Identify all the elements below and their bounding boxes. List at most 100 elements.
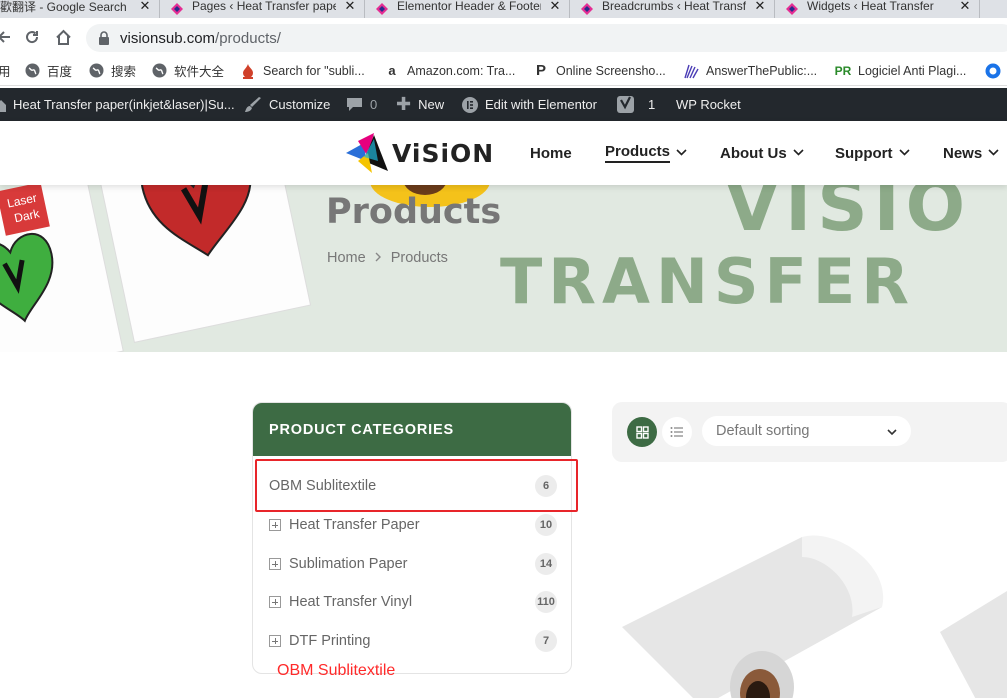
admin-customize-label: Customize	[269, 97, 331, 112]
logo-wordmark: ViSiON	[392, 138, 495, 168]
bookmark-label: Search for "subli...	[263, 63, 365, 78]
nav-products[interactable]: Products	[605, 121, 687, 185]
bookmark-item[interactable]: 百度	[24, 55, 73, 85]
chevron-down-icon	[676, 148, 687, 159]
category-item[interactable]: Sublimation Paper 14	[269, 549, 557, 579]
hero-decoration: Laser Dark	[0, 185, 312, 352]
expand-plus-icon[interactable]	[269, 596, 281, 608]
category-count: 110	[535, 591, 557, 613]
admin-new-label: New	[418, 97, 445, 112]
tab-close-icon[interactable]: ✕	[137, 0, 153, 14]
bookmark-item[interactable]: P Online Screensho...	[533, 55, 666, 85]
expand-plus-icon[interactable]	[269, 635, 281, 647]
back-arrow-icon[interactable]	[0, 25, 16, 49]
page-hero: VISIO TRANSFER Laser Dark Products Home …	[0, 185, 1007, 352]
nav-label: News	[943, 144, 983, 162]
category-item[interactable]: DTF Printing 7	[269, 626, 557, 656]
admin-elementor[interactable]: Edit with Elementor	[462, 88, 597, 121]
admin-wp-rocket[interactable]: WP Rocket	[676, 88, 741, 121]
category-item[interactable]: Heat Transfer Paper 10	[269, 510, 557, 540]
bookmark-item[interactable]: 搜索	[88, 55, 136, 85]
browser-tab[interactable]: 歡翻译 - Google Search ✕	[0, 0, 160, 18]
bookmark-label: 百度	[47, 65, 73, 79]
chevron-right-icon	[375, 252, 382, 265]
bookmark-item[interactable]: PR Logiciel Anti Plagi...	[835, 55, 967, 85]
address-bar[interactable]: visionsub.com/products/	[86, 24, 1007, 52]
admin-new[interactable]: ✚ New	[396, 88, 444, 121]
tab-close-icon[interactable]: ✕	[342, 0, 358, 14]
wp-admin-bar: Heat Transfer paper(inkjet&laser)|Su... …	[0, 88, 1007, 121]
globe-icon	[88, 63, 104, 79]
tab-close-icon[interactable]: ✕	[752, 0, 768, 14]
url-text: visionsub.com/products/	[120, 30, 281, 47]
url-host: visionsub.com	[120, 29, 216, 47]
bookmark-label: Amazon.com: Tra...	[407, 63, 516, 78]
bookmark-item[interactable]: 用	[0, 55, 11, 85]
bookmark-item[interactable]	[985, 55, 1007, 85]
breadcrumb: Home Products	[327, 250, 448, 266]
bookmark-item[interactable]: a Amazon.com: Tra...	[384, 55, 516, 85]
elementor-icon	[171, 3, 183, 15]
url-path: /products/	[215, 29, 281, 47]
nav-news[interactable]: News	[943, 121, 999, 185]
sort-select[interactable]: Default sorting	[702, 416, 911, 446]
category-count: 14	[535, 553, 557, 575]
bookmark-label: 用	[0, 61, 11, 80]
category-count: 10	[535, 514, 557, 536]
nav-about-us[interactable]: About Us	[720, 121, 804, 185]
browser-tab[interactable]: Pages ‹ Heat Transfer paper ✕	[160, 0, 365, 18]
widget-title: PRODUCT CATEGORIES	[253, 403, 571, 456]
expand-plus-icon[interactable]	[269, 558, 281, 570]
elementor-icon	[376, 3, 388, 15]
elementor-icon	[462, 96, 478, 113]
category-name: Sublimation Paper	[289, 556, 408, 572]
product-image[interactable]	[930, 497, 1007, 698]
tab-close-icon[interactable]: ✕	[957, 0, 973, 14]
tab-title: Widgets ‹ Heat Transfer	[807, 0, 934, 13]
nav-label: About Us	[720, 144, 787, 162]
nav-home[interactable]: Home	[530, 121, 572, 185]
bookmark-item[interactable]: 软件大全	[151, 55, 224, 85]
bookmark-label: Online Screensho...	[556, 63, 666, 78]
nav-label: Support	[835, 144, 893, 162]
admin-site-name[interactable]: Heat Transfer paper(inkjet&laser)|Su...	[0, 88, 235, 121]
expand-plus-icon[interactable]	[269, 519, 281, 531]
browser-tab-strip: 歡翻译 - Google Search ✕ Pages ‹ Heat Trans…	[0, 0, 1007, 18]
annotation-label: OBM Sublitextile	[277, 662, 396, 679]
amazon-icon: a	[388, 63, 396, 78]
nav-label: Products	[605, 143, 671, 163]
tab-title: Elementor Header & Footer	[397, 0, 541, 13]
grid-view-button[interactable]	[627, 417, 657, 447]
admin-customize[interactable]: Customize	[244, 88, 330, 121]
home-icon[interactable]	[51, 25, 75, 49]
breadcrumb-home[interactable]: Home	[327, 250, 366, 266]
chevron-down-icon	[988, 148, 999, 159]
atp-icon	[683, 63, 699, 79]
reload-icon[interactable]	[20, 25, 44, 49]
site-logo[interactable]: ViSiON	[344, 131, 494, 175]
category-item[interactable]: Heat Transfer Vinyl 110	[269, 587, 557, 617]
list-icon	[670, 427, 683, 437]
admin-comments[interactable]: 0	[346, 88, 377, 121]
list-view-button[interactable]	[662, 417, 692, 447]
shop-toolbar: Default sorting	[612, 402, 1007, 462]
category-name: DTF Printing	[289, 633, 371, 649]
bookmark-item[interactable]: AnswerThePublic:...	[683, 55, 818, 85]
bookmark-label: AnswerThePublic:...	[706, 63, 818, 78]
globe-icon	[151, 63, 167, 79]
tab-close-icon[interactable]: ✕	[547, 0, 563, 14]
bookmark-item[interactable]: Search for "subli...	[240, 55, 365, 85]
flame-icon	[240, 63, 256, 79]
p-icon: P	[535, 62, 546, 79]
browser-tab[interactable]: Breadcrumbs ‹ Heat Transfer ✕	[570, 0, 775, 18]
category-name: Heat Transfer Paper	[289, 517, 420, 533]
product-image[interactable]	[612, 497, 901, 698]
brush-icon	[244, 96, 262, 113]
browser-tab[interactable]: Widgets ‹ Heat Transfer ✕	[775, 0, 980, 18]
nav-support[interactable]: Support	[835, 121, 910, 185]
annotation-highlight-box	[255, 459, 578, 512]
bookmark-label: Logiciel Anti Plagi...	[858, 63, 967, 78]
admin-yoast[interactable]: 1	[617, 88, 655, 121]
browser-tab[interactable]: Elementor Header & Footer ✕	[365, 0, 570, 18]
globe-icon	[985, 63, 1001, 79]
